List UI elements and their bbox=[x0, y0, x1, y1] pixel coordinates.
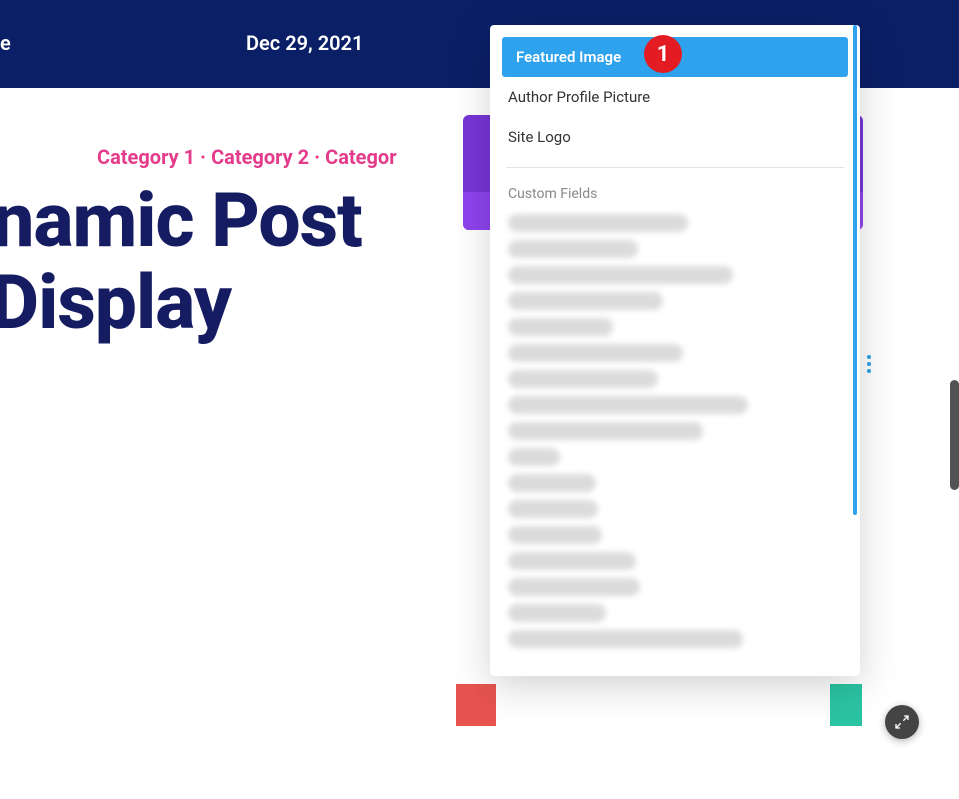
blurred-custom-field[interactable] bbox=[508, 552, 636, 570]
blurred-custom-field[interactable] bbox=[508, 630, 743, 648]
blurred-custom-field[interactable] bbox=[508, 500, 598, 518]
blurred-custom-field[interactable] bbox=[508, 448, 560, 466]
author-label-cut: e bbox=[0, 31, 11, 55]
dropdown-scrollbar[interactable] bbox=[853, 25, 857, 515]
post-title-line1: ynamic Post bbox=[0, 180, 362, 263]
post-categories[interactable]: Category 1 · Category 2 · Categor bbox=[97, 145, 497, 169]
post-date: Dec 29, 2021 bbox=[246, 31, 363, 55]
blurred-custom-field[interactable] bbox=[508, 396, 748, 414]
blurred-custom-field[interactable] bbox=[508, 370, 658, 388]
module-more-icon[interactable] bbox=[864, 355, 874, 373]
dropdown-divider bbox=[506, 167, 844, 168]
blurred-custom-field[interactable] bbox=[508, 474, 596, 492]
dropdown-section-custom-fields: Custom Fields bbox=[490, 178, 860, 206]
expand-panel-icon[interactable] bbox=[885, 705, 919, 739]
page-scrollbar[interactable] bbox=[950, 380, 959, 490]
blurred-custom-field[interactable] bbox=[508, 344, 683, 362]
blurred-custom-field[interactable] bbox=[508, 240, 638, 258]
post-title-line2: ill Display bbox=[0, 262, 231, 345]
blurred-custom-field[interactable] bbox=[508, 604, 606, 622]
blurred-custom-field[interactable] bbox=[508, 214, 688, 232]
dropdown-item-author-profile-picture[interactable]: Author Profile Picture bbox=[490, 77, 860, 117]
discard-button-partial[interactable] bbox=[456, 684, 496, 726]
dynamic-content-dropdown: Featured Image Author Profile Picture Si… bbox=[490, 25, 860, 676]
blurred-custom-field[interactable] bbox=[508, 526, 602, 544]
dropdown-item-site-logo[interactable]: Site Logo bbox=[490, 117, 860, 157]
blurred-custom-field[interactable] bbox=[508, 422, 703, 440]
blurred-custom-field[interactable] bbox=[508, 318, 613, 336]
blurred-custom-field[interactable] bbox=[508, 266, 733, 284]
annotation-step-badge: 1 bbox=[644, 35, 682, 73]
save-button-partial[interactable] bbox=[830, 684, 862, 726]
blurred-custom-field[interactable] bbox=[508, 292, 663, 310]
blurred-custom-field[interactable] bbox=[508, 578, 640, 596]
panel-more-icon[interactable] bbox=[864, 120, 868, 138]
